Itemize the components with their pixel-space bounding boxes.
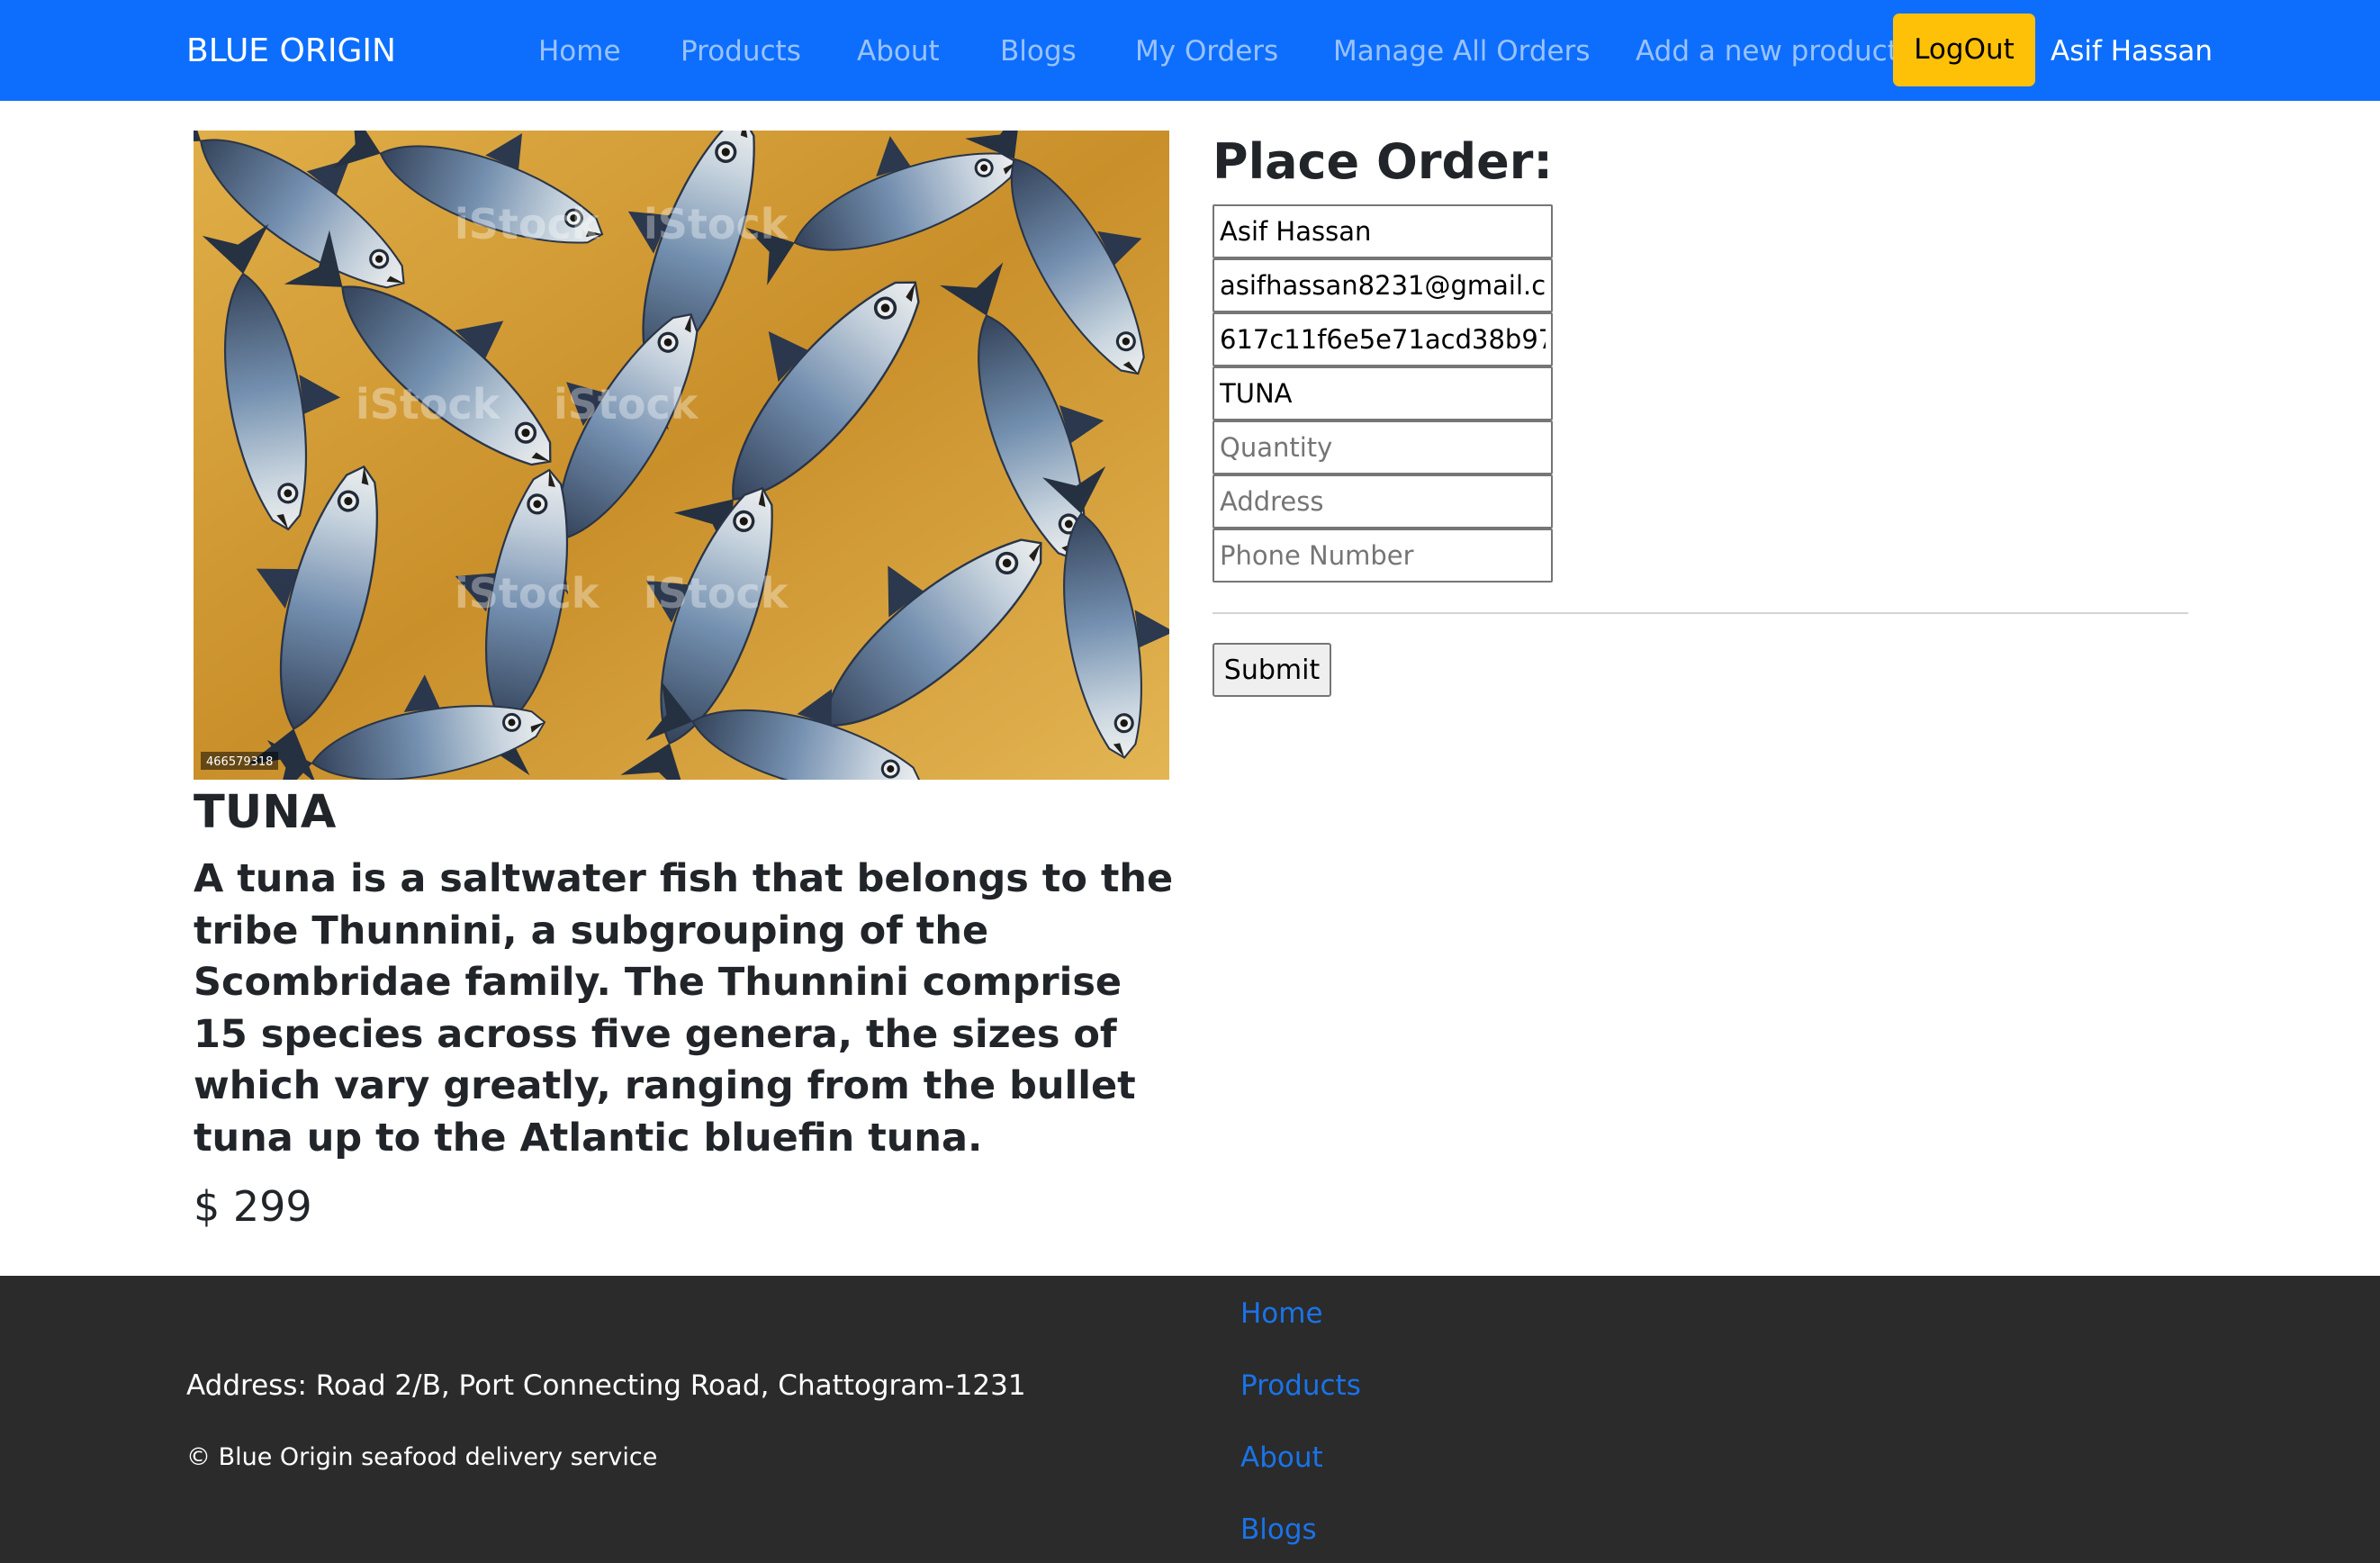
nav-link-home[interactable]: Home [538,0,621,101]
user-name: Asif Hassan [2051,35,2213,68]
nav-link-about[interactable]: About [857,0,940,101]
phone-field[interactable] [1213,529,1553,583]
image-watermark: iStock [356,380,501,429]
brand-logo[interactable]: BLUE ORIGIN [186,0,396,101]
footer: Address: Road 2/B, Port Connecting Road,… [0,1276,2380,1563]
top-navbar: BLUE ORIGIN Home Products About Blogs My… [0,0,2380,101]
form-divider [1213,612,2188,614]
image-watermark: iStock [644,200,789,248]
image-id-label: 466579318 [206,755,273,769]
image-watermark: iStock [554,380,699,429]
submit-button[interactable]: Submit [1213,643,1331,697]
image-watermark: iStock [455,569,600,618]
nav-link-products[interactable]: Products [681,0,801,101]
product-description: A tuna is a saltwater fish that belongs … [194,856,1174,1161]
footer-link-home[interactable]: Home [1240,1296,1323,1332]
footer-link-blogs[interactable]: Blogs [1240,1512,1317,1548]
product-name-field[interactable] [1213,366,1553,420]
footer-address: Address: Road 2/B, Port Connecting Road,… [186,1369,1026,1402]
address-field[interactable] [1213,474,1553,529]
quantity-field[interactable] [1213,420,1553,474]
image-watermark: iStock [455,200,600,248]
footer-link-products[interactable]: Products [1240,1368,1361,1404]
name-field[interactable] [1213,204,1553,258]
nav-link-manage-all-orders[interactable]: Manage All Orders [1333,0,1591,101]
nav-link-my-orders[interactable]: My Orders [1135,0,1278,101]
product-name: TUNA [194,786,337,839]
footer-link-about[interactable]: About [1240,1440,1323,1476]
email-field[interactable] [1213,258,1553,312]
image-watermark: iStock [644,569,789,618]
product-image: iStock iStock iStock iStock iStock iStoc… [194,131,1169,780]
logout-button[interactable]: LogOut [1893,14,2035,86]
nav-link-blogs[interactable]: Blogs [1000,0,1077,101]
product-id-field[interactable] [1213,312,1553,366]
form-title: Place Order: [1213,133,1553,190]
nav-link-add-product[interactable]: Add a new product [1636,0,1898,101]
product-price: $ 299 [194,1182,312,1231]
footer-copyright: © Blue Origin seafood delivery service [186,1443,658,1471]
